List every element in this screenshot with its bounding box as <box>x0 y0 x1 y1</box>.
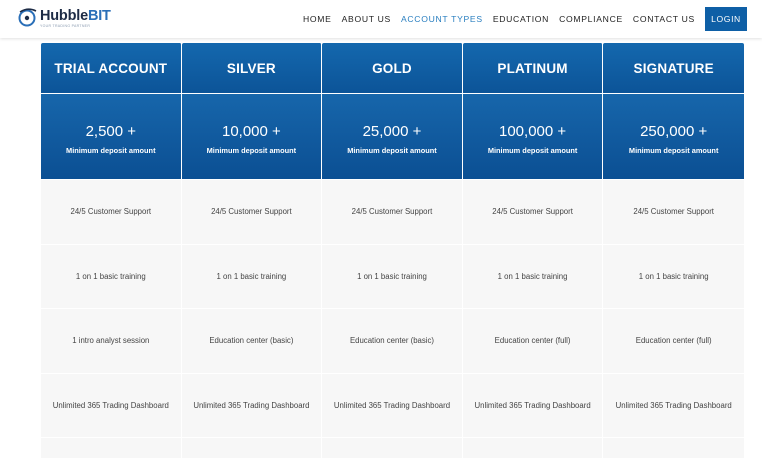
nav-about-us[interactable]: ABOUT US <box>342 14 391 24</box>
deposit-label: Minimum deposit amount <box>628 145 719 155</box>
deposit-cell: 2,500 + Minimum deposit amount <box>41 93 182 179</box>
deposit-amount: 2,500 + <box>85 122 137 140</box>
main-menu: HOME ABOUT US ACCOUNT TYPES EDUCATION CO… <box>303 0 762 38</box>
deposit-label: Minimum deposit amount <box>347 145 437 155</box>
feature-cell: Education center (basic) <box>181 308 323 373</box>
deposit-cell: 10,000 + Minimum deposit amount <box>181 93 323 179</box>
feature-row-partial <box>41 437 744 458</box>
deposit-row: 2,500 + Minimum deposit amount 10,000 + … <box>41 93 744 179</box>
nav-home[interactable]: HOME <box>303 14 332 24</box>
nav-education[interactable]: EDUCATION <box>493 14 549 24</box>
feature-cell: 1 on 1 basic training <box>181 243 323 308</box>
feature-row-training: 1 on 1 basic training 1 on 1 basic train… <box>41 243 744 308</box>
deposit-label: Minimum deposit amount <box>206 145 297 155</box>
feature-cell: Education center (full) <box>462 308 604 373</box>
feature-cell: 1 on 1 basic training <box>603 243 744 308</box>
feature-cell: Unlimited 365 Trading Dashboard <box>322 372 463 437</box>
deposit-amount: 250,000 + <box>640 122 708 140</box>
feature-cell: Unlimited 365 Trading Dashboard <box>41 372 182 437</box>
plan-name: SIGNATURE <box>603 43 744 93</box>
plan-name: PLATINUM <box>462 43 604 93</box>
feature-cell: 1 intro analyst session <box>41 308 182 373</box>
hubblebit-logo-icon <box>18 8 37 27</box>
feature-cell: 24/5 Customer Support <box>41 179 182 244</box>
feature-cell: 24/5 Customer Support <box>603 179 744 244</box>
feature-cell <box>181 437 323 458</box>
feature-cell <box>462 437 604 458</box>
plan-name-row: TRIAL ACCOUNT SILVER GOLD PLATINUM SIGNA… <box>41 43 744 93</box>
login-button[interactable]: LOGIN <box>705 7 747 31</box>
feature-row-support: 24/5 Customer Support 24/5 Customer Supp… <box>41 179 744 244</box>
feature-cell: 24/5 Customer Support <box>462 179 604 244</box>
plan-name: SILVER <box>181 43 323 93</box>
brand-tagline: Your Trading Partner <box>40 23 91 28</box>
brand-name: HubbleBIT <box>40 8 111 24</box>
nav-contact-us[interactable]: CONTACT US <box>633 14 695 24</box>
deposit-cell: 25,000 + Minimum deposit amount <box>322 93 463 179</box>
feature-cell: Unlimited 365 Trading Dashboard <box>603 372 744 437</box>
feature-cell: 24/5 Customer Support <box>181 179 323 244</box>
plan-name: TRIAL ACCOUNT <box>41 43 182 93</box>
feature-cell: Unlimited 365 Trading Dashboard <box>181 372 323 437</box>
feature-cell: Unlimited 365 Trading Dashboard <box>462 372 604 437</box>
feature-cell: 24/5 Customer Support <box>322 179 463 244</box>
top-navbar: HubbleBIT Your Trading Partner HOME ABOU… <box>0 0 762 38</box>
feature-cell: 1 on 1 basic training <box>462 243 604 308</box>
plan-name: GOLD <box>322 43 463 93</box>
feature-cell: Education center (basic) <box>322 308 463 373</box>
deposit-amount: 100,000 + <box>499 122 567 140</box>
deposit-amount: 25,000 + <box>362 122 422 140</box>
nav-account-types[interactable]: ACCOUNT TYPES <box>401 14 483 24</box>
deposit-label: Minimum deposit amount <box>487 145 578 155</box>
feature-cell: Education center (full) <box>603 308 744 373</box>
deposit-cell: 250,000 + Minimum deposit amount <box>603 93 744 179</box>
account-types-table: TRIAL ACCOUNT SILVER GOLD PLATINUM SIGNA… <box>41 43 744 458</box>
deposit-label: Minimum deposit amount <box>66 145 156 155</box>
feature-cell <box>603 437 744 458</box>
feature-cell <box>41 437 182 458</box>
deposit-cell: 100,000 + Minimum deposit amount <box>462 93 604 179</box>
deposit-amount: 10,000 + <box>221 122 281 140</box>
feature-cell: 1 on 1 basic training <box>41 243 182 308</box>
feature-row-dashboard: Unlimited 365 Trading Dashboard Unlimite… <box>41 372 744 437</box>
feature-row-education: 1 intro analyst session Education center… <box>41 308 744 373</box>
feature-cell: 1 on 1 basic training <box>322 243 463 308</box>
brand-logo[interactable]: HubbleBIT Your Trading Partner <box>17 6 111 32</box>
nav-compliance[interactable]: COMPLIANCE <box>559 14 623 24</box>
feature-cell <box>322 437 463 458</box>
